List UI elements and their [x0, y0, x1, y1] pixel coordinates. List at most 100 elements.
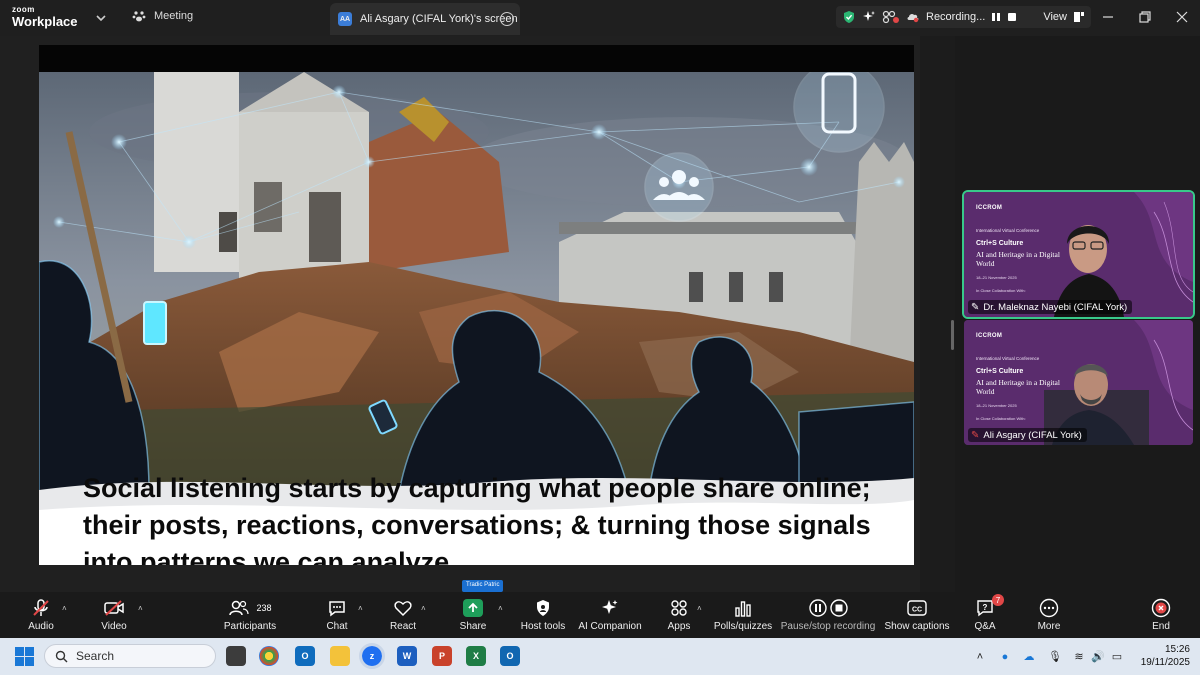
slide-top-band [39, 45, 914, 72]
tile-org-label: ICCROM [976, 205, 1003, 211]
tray-app-icon[interactable]: ● [998, 650, 1012, 664]
video-tile-presenter[interactable]: ICCROM International Virtual Conference … [964, 320, 1193, 445]
video-gallery: ICCROM International Virtual Conference … [951, 36, 1200, 592]
title-bar: zoom Workplace Meeting AA Ali Asgary (CI… [0, 0, 1200, 36]
participant-name-tag: ✎ Ali Asgary (CIFAL York) [968, 428, 1087, 442]
stop-recording-icon[interactable] [1007, 12, 1017, 22]
chat-label: Chat [326, 621, 348, 632]
video-tile-speaker[interactable]: ICCROM International Virtual Conference … [962, 190, 1195, 319]
share-tooltip: Tradic Patric [462, 580, 504, 592]
qa-label: Q&A [974, 621, 996, 632]
apps-label: Apps [667, 621, 691, 632]
zoom-window: zoom Workplace Meeting AA Ali Asgary (CI… [0, 0, 1200, 675]
qa-unread-badge: 7 [992, 594, 1004, 606]
word-icon[interactable]: W [397, 646, 417, 666]
meeting-tab-label: Meeting [154, 10, 194, 22]
minimize-icon[interactable] [1100, 9, 1116, 25]
sharer-avatar: AA [338, 12, 352, 26]
polls-button[interactable]: Polls/quizzes [703, 598, 783, 632]
gallery-resize-handle[interactable] [951, 320, 954, 350]
host-tools-label: Host tools [520, 621, 566, 632]
audio-label: Audio [28, 621, 54, 632]
participants-button[interactable]: 238 Participants [210, 598, 290, 632]
battery-icon[interactable]: ▭ [1110, 650, 1124, 664]
captions-icon: CC [907, 600, 927, 616]
paw-icon [132, 11, 146, 22]
onedrive-icon[interactable]: ☁ [1022, 650, 1036, 664]
pause-recording-icon[interactable] [991, 12, 1001, 22]
clock-date: 19/11/2025 [1140, 657, 1190, 668]
chrome-icon[interactable] [259, 646, 279, 666]
restore-icon[interactable] [1137, 9, 1153, 25]
clock-time: 15:26 [1164, 644, 1190, 655]
pause-recording-label: Pause/stop recording [780, 621, 876, 632]
zoom-taskbar-icon[interactable]: z [359, 643, 385, 669]
participant-name: Ali Asgary (CIFAL York) [983, 429, 1082, 441]
svg-text:?: ? [983, 603, 988, 612]
powerpoint-icon[interactable]: P [432, 646, 452, 666]
cloud-recording-icon [907, 13, 919, 23]
participant-name: Dr. Maleknaz Nayebi (CIFAL York) [983, 301, 1128, 313]
taskbar-search[interactable]: Search [44, 644, 216, 668]
ai-sparkle-icon[interactable] [862, 10, 876, 24]
zoom-workplace-logo: zoom Workplace [12, 6, 78, 29]
video-off-icon [104, 600, 124, 616]
ai-sparkle-icon [602, 600, 618, 614]
meeting-tab[interactable]: Meeting [132, 9, 193, 23]
logo-bottom-text: Workplace [12, 14, 78, 29]
meeting-toolbar: Audio ˄ Video ˄ 238 Participants Chat ˄ … [0, 592, 1200, 638]
share-screen-icon [463, 599, 483, 617]
more-options-icon[interactable]: ··· [500, 12, 514, 26]
close-icon[interactable] [1174, 9, 1190, 25]
react-options-chevron-icon[interactable]: ˄ [421, 604, 429, 613]
view-menu-button[interactable]: View [1043, 11, 1067, 23]
tile-dates: 18–21 November 2025 [976, 275, 1017, 280]
outlook-new-icon[interactable]: O [500, 646, 520, 666]
task-view-icon[interactable] [226, 646, 246, 666]
participants-count: 238 [256, 603, 272, 613]
outlook-icon[interactable]: O [295, 646, 315, 666]
wifi-icon[interactable]: ≋ [1072, 650, 1086, 664]
apps-icon [671, 600, 687, 616]
share-label: Share [459, 621, 487, 632]
bar-chart-icon [735, 601, 751, 617]
tile-collab: In Close Collaboration With: [976, 416, 1026, 421]
more-icon [1039, 598, 1059, 618]
tile-org-label: ICCROM [976, 333, 1003, 339]
windows-start-icon[interactable] [15, 647, 34, 666]
stage-side-margin [920, 36, 955, 592]
audio-options-chevron-icon[interactable]: ˄ [62, 604, 70, 613]
tile-title: Ctrl+S Culture [976, 368, 1024, 375]
react-button[interactable]: React [363, 598, 443, 632]
recording-status-text: Recording... [926, 11, 986, 23]
pause-recording-button[interactable]: Pause/stop recording [781, 598, 875, 632]
view-layout-icon[interactable] [1073, 11, 1085, 23]
tile-dates: 18–21 November 2025 [976, 403, 1017, 408]
participants-label: Participants [223, 621, 277, 632]
file-explorer-icon[interactable] [330, 646, 350, 666]
more-label: More [1037, 621, 1061, 632]
video-label: Video [101, 621, 127, 632]
volume-icon[interactable]: 🔊 [1091, 650, 1105, 664]
tray-overflow-chevron-icon[interactable]: ˄ [973, 650, 987, 664]
tile-collab: In Close Collaboration With: [976, 288, 1026, 293]
slide-illustration [39, 72, 914, 492]
chevron-down-icon[interactable] [94, 11, 108, 25]
stop-icon [829, 599, 848, 617]
mic-muted-icon [33, 599, 49, 616]
shared-screen-tab[interactable]: AA Ali Asgary (CIFAL York)'s screen ··· [330, 3, 520, 35]
polls-label: Polls/quizzes [713, 621, 773, 632]
taskbar-clock[interactable]: 15:26 19/11/2025 [1130, 643, 1190, 669]
shield-check-icon[interactable] [842, 10, 856, 24]
end-meeting-button[interactable]: End [1121, 598, 1200, 632]
ai-companion-button[interactable]: AI Companion [570, 598, 650, 632]
search-icon [55, 650, 68, 662]
shield-icon [537, 600, 549, 616]
presentation-slide: Social listening starts by capturing wha… [39, 45, 914, 565]
more-button[interactable]: More [1009, 598, 1089, 632]
ai-companion-label: AI Companion [578, 621, 642, 632]
excel-icon[interactable]: X [466, 646, 486, 666]
apps-record-icon[interactable] [882, 10, 900, 24]
video-options-chevron-icon[interactable]: ˄ [138, 604, 146, 613]
microphone-tray-icon[interactable]: 🎙 [1048, 650, 1062, 664]
